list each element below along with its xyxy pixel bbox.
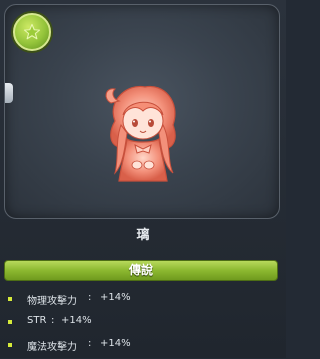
bullet-icon xyxy=(8,320,12,324)
stat-row-physical-attack: 物理攻擊力 : +14% xyxy=(0,290,286,313)
stat-value: +14% xyxy=(100,338,131,349)
stat-separator: : xyxy=(51,315,55,326)
stat-label: 魔法攻擊力 xyxy=(27,342,77,353)
item-name: 璃 xyxy=(136,228,150,243)
tab-handle-icon[interactable] xyxy=(5,83,13,103)
bullet-icon xyxy=(8,343,12,347)
character-portrait xyxy=(97,81,187,195)
stat-separator: : xyxy=(88,338,92,349)
stat-value: +14% xyxy=(61,315,92,326)
stat-separator: : xyxy=(88,292,92,303)
item-tooltip-panel: 璃 傳說 物理攻擊力 : +14% STR : +14% 魔法攻擊力 : +14… xyxy=(0,0,286,358)
item-preview-card xyxy=(4,4,280,219)
stat-value: +14% xyxy=(100,292,131,303)
stat-list: 物理攻擊力 : +14% STR : +14% 魔法攻擊力 : +14% xyxy=(0,290,286,359)
stat-label: 物理攻擊力 xyxy=(27,296,77,307)
stat-row-str: STR : +14% xyxy=(0,313,286,336)
grade-badge: 傳說 xyxy=(4,260,278,281)
star-icon xyxy=(13,13,51,51)
stat-row-magic-attack: 魔法攻擊力 : +14% xyxy=(0,336,286,359)
stat-label: STR xyxy=(27,315,47,326)
bullet-icon xyxy=(8,297,12,301)
